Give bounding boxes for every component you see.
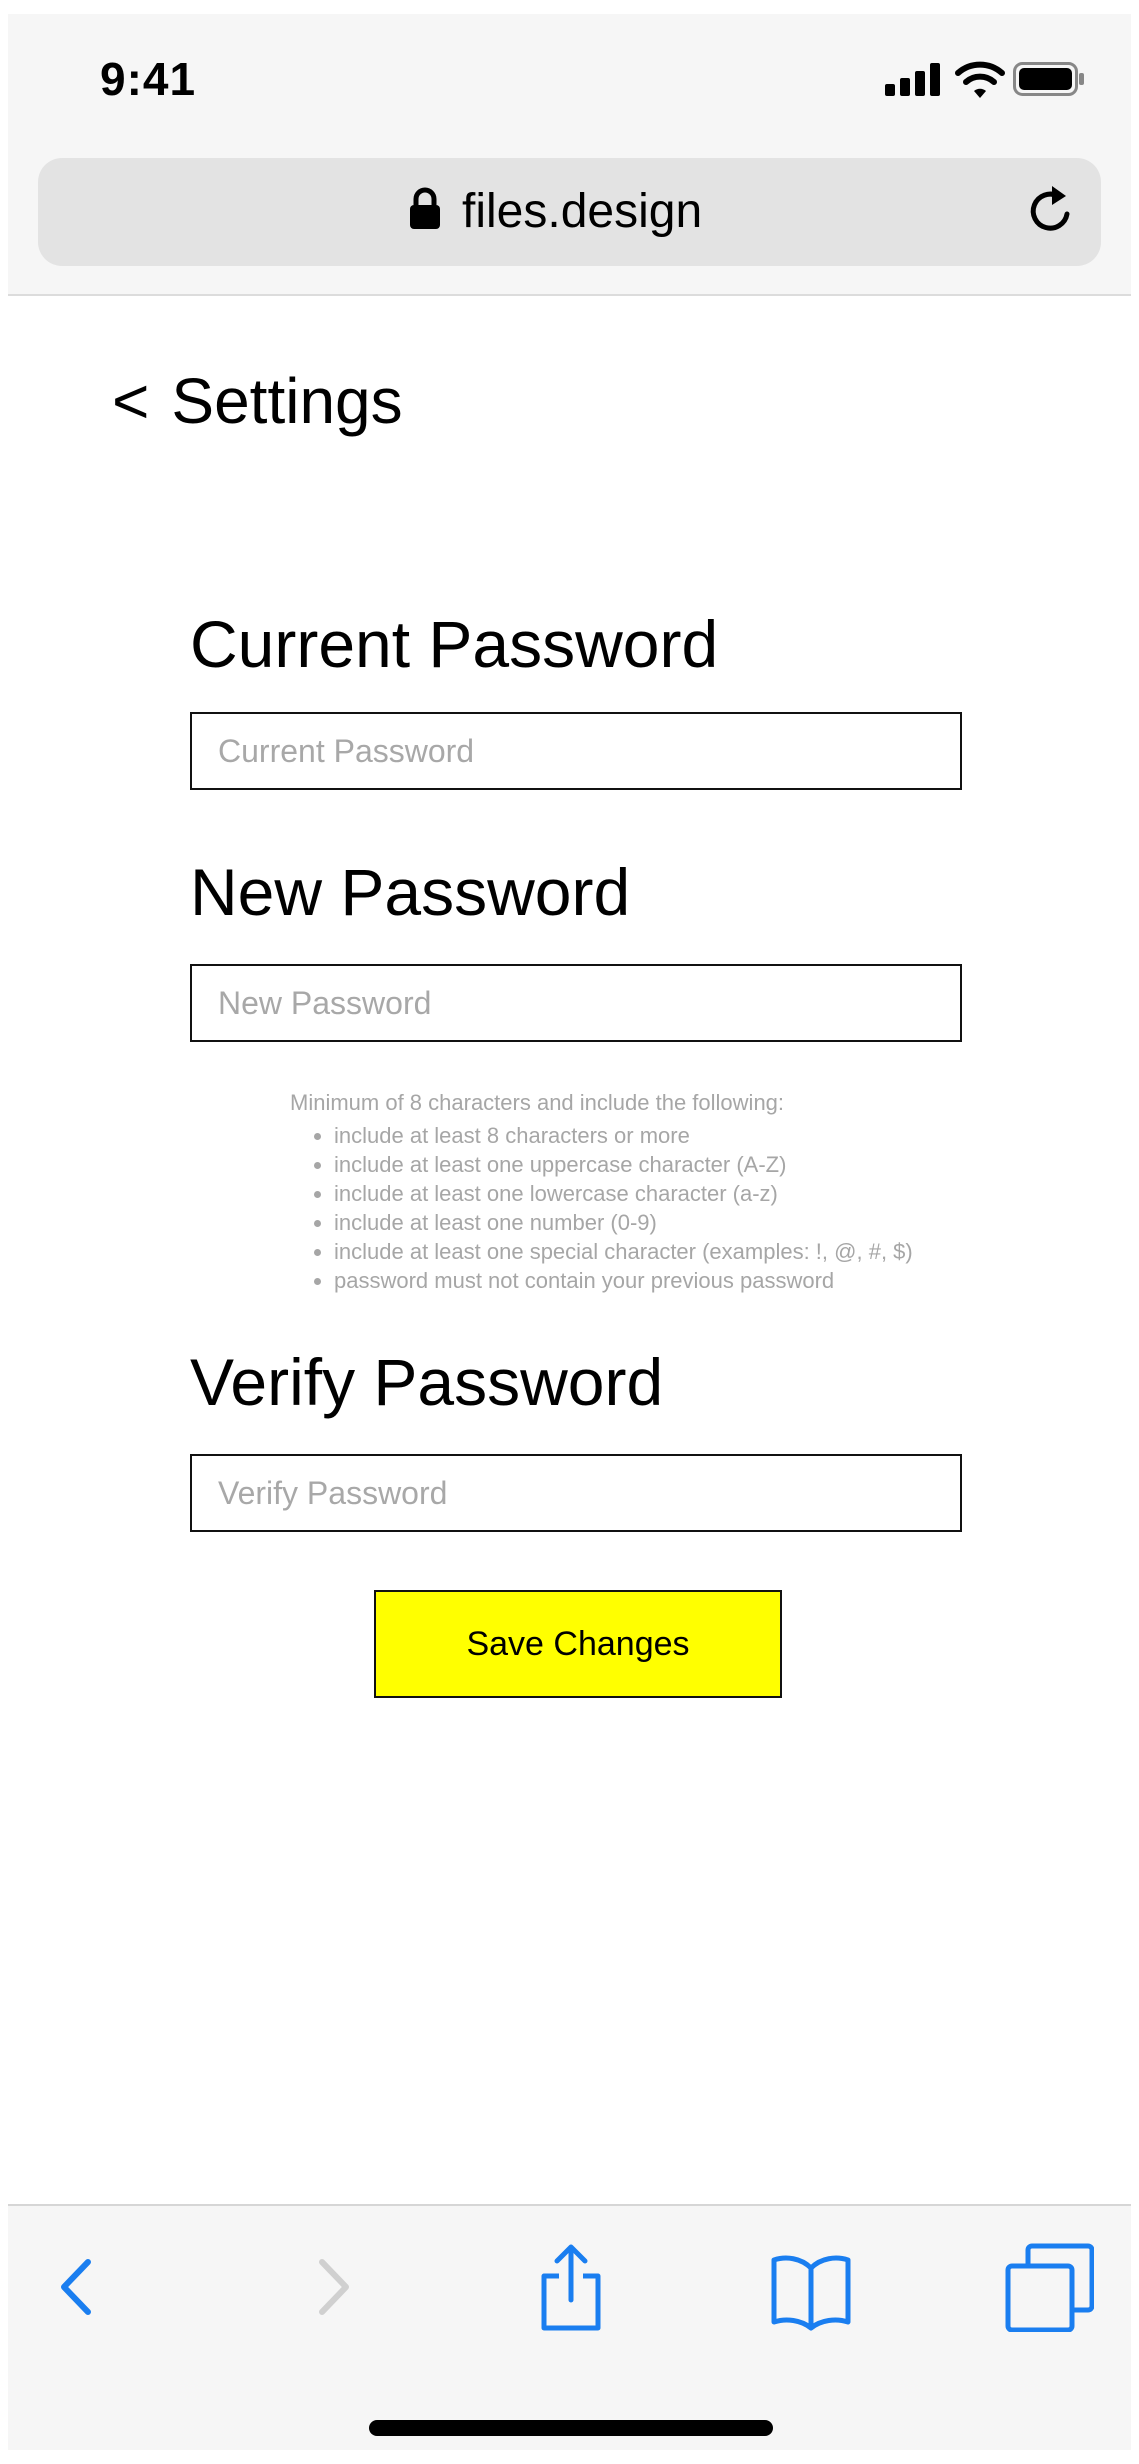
lock-icon [410,187,440,229]
home-indicator [369,2420,773,2436]
page-title: Settings [171,365,403,437]
new-password-input[interactable] [190,964,962,1042]
browser-top-bar: 9:41 files.design [8,14,1131,296]
requirement-item: include at least one number (0-9) [334,1208,990,1237]
browser-bottom-toolbar [8,2204,1131,2450]
url-text: files.design [462,185,703,238]
wifi-icon [955,61,1005,98]
requirement-item: include at least one lowercase character… [334,1179,990,1208]
requirement-item: password must not contain your previous … [334,1266,990,1295]
back-chevron-icon: < [112,365,150,437]
requirements-intro: Minimum of 8 characters and include the … [290,1090,785,1115]
reload-icon[interactable] [1025,184,1079,238]
address-bar[interactable]: files.design [38,158,1101,266]
bookmarks-icon[interactable] [766,2242,856,2332]
requirement-item: include at least 8 characters or more [334,1121,990,1150]
verify-password-label: Verify Password [190,1345,664,1419]
save-changes-button[interactable]: Save Changes [374,1590,782,1698]
verify-password-input[interactable] [190,1454,962,1532]
back-to-settings-link[interactable]: < Settings [112,364,403,438]
tabs-icon[interactable] [1004,2242,1094,2332]
current-password-label: Current Password [190,607,719,681]
share-icon[interactable] [526,2242,616,2332]
battery-icon [1013,62,1084,96]
requirements-list: include at least 8 characters or more in… [290,1121,990,1295]
status-time: 9:41 [100,53,197,105]
back-icon[interactable] [34,2242,124,2332]
password-requirements: Minimum of 8 characters and include the … [290,1088,990,1295]
cellular-signal-icon [885,62,941,96]
current-password-input[interactable] [190,712,962,790]
requirement-item: include at least one uppercase character… [334,1150,990,1179]
new-password-label: New Password [190,855,631,929]
requirement-item: include at least one special character (… [334,1237,990,1266]
forward-icon[interactable] [286,2242,376,2332]
phone-screen: 9:41 files.design < Settings Current Pas… [8,14,1131,2450]
